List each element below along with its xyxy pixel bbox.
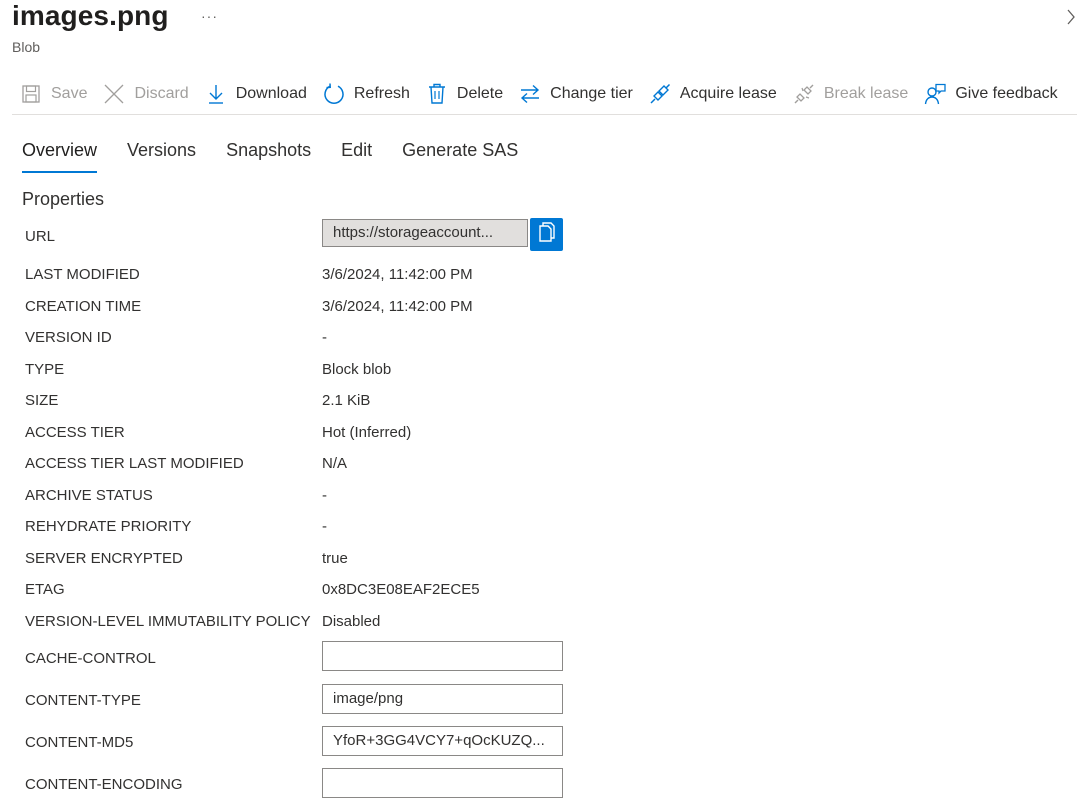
refresh-icon	[323, 83, 345, 105]
download-icon	[205, 83, 227, 105]
swap-arrows-icon	[519, 83, 541, 105]
cache-control-input[interactable]	[322, 641, 563, 671]
acquire-lease-label: Acquire lease	[679, 85, 777, 102]
save-icon	[20, 83, 42, 105]
delete-label: Delete	[456, 85, 504, 102]
command-bar: Save Discard Download Refresh Delete Cha…	[12, 76, 1077, 112]
url-field[interactable]: https://storageaccount...	[322, 219, 528, 247]
tab-bar: Overview Versions Snapshots Edit Generat…	[22, 140, 548, 173]
broken-link-icon	[793, 83, 815, 105]
server-encrypted-label: SERVER ENCRYPTED	[25, 550, 183, 567]
download-button[interactable]: Download	[197, 76, 315, 112]
tab-snapshots[interactable]: Snapshots	[226, 140, 311, 172]
content-md5-label: CONTENT-MD5	[25, 734, 134, 751]
toolbar-divider	[12, 114, 1077, 115]
access-tier-modified-value: N/A	[322, 455, 348, 472]
close-icon	[103, 83, 125, 105]
chevron-right-icon[interactable]	[1066, 8, 1076, 31]
last-modified-value: 3/6/2024, 11:42:00 PM	[322, 266, 473, 283]
url-label: URL	[25, 228, 56, 245]
content-md5-input[interactable]: YfoR+3GG4VCY7+qOcKUZQ...	[322, 726, 563, 756]
properties-heading: Properties	[22, 189, 105, 209]
trash-icon	[426, 83, 448, 105]
tab-edit[interactable]: Edit	[341, 140, 372, 172]
content-encoding-input[interactable]	[322, 768, 563, 798]
access-tier-label: ACCESS TIER	[25, 424, 125, 441]
rehydrate-priority-label: REHYDRATE PRIORITY	[25, 518, 192, 535]
version-id-value: -	[322, 329, 327, 346]
give-feedback-label: Give feedback	[955, 85, 1058, 102]
feedback-person-icon	[924, 83, 946, 105]
archive-status-value: -	[322, 487, 327, 504]
type-value: Block blob	[322, 361, 392, 378]
discard-label: Discard	[134, 85, 189, 102]
page-title: images.png	[12, 0, 169, 31]
change-tier-button[interactable]: Change tier	[511, 76, 641, 112]
acquire-lease-button[interactable]: Acquire lease	[641, 76, 785, 112]
archive-status-label: ARCHIVE STATUS	[25, 487, 153, 504]
change-tier-label: Change tier	[550, 85, 633, 102]
link-icon	[649, 83, 671, 105]
save-label: Save	[51, 85, 88, 102]
version-id-label: VERSION ID	[25, 329, 112, 346]
immutability-policy-label: VERSION-LEVEL IMMUTABILITY POLICY	[25, 613, 311, 630]
refresh-label: Refresh	[353, 85, 410, 102]
etag-label: ETAG	[25, 581, 65, 598]
copy-icon	[538, 222, 556, 247]
size-label: SIZE	[25, 392, 59, 409]
immutability-policy-value: Disabled	[322, 613, 381, 630]
more-options-button[interactable]: ···	[201, 8, 218, 24]
access-tier-modified-label: ACCESS TIER LAST MODIFIED	[25, 455, 244, 472]
copy-to-clipboard-button[interactable]	[530, 218, 563, 251]
content-encoding-label: CONTENT-ENCODING	[25, 776, 183, 793]
break-lease-label: Break lease	[823, 85, 909, 102]
content-type-input[interactable]: image/png	[322, 684, 563, 714]
save-button[interactable]: Save	[12, 76, 95, 112]
creation-time-label: CREATION TIME	[25, 298, 142, 315]
type-label: TYPE	[25, 361, 65, 378]
give-feedback-button[interactable]: Give feedback	[916, 76, 1065, 112]
size-value: 2.1 KiB	[322, 392, 371, 409]
access-tier-value: Hot (Inferred)	[322, 424, 412, 441]
download-label: Download	[235, 85, 307, 102]
content-type-label: CONTENT-TYPE	[25, 692, 141, 709]
tab-versions[interactable]: Versions	[127, 140, 196, 172]
refresh-button[interactable]: Refresh	[315, 76, 418, 112]
cache-control-label: CACHE-CONTROL	[25, 650, 156, 667]
discard-button[interactable]: Discard	[95, 76, 196, 112]
tab-overview[interactable]: Overview	[22, 140, 98, 173]
tab-generate-sas[interactable]: Generate SAS	[402, 140, 518, 172]
last-modified-label: LAST MODIFIED	[25, 266, 140, 283]
creation-time-value: 3/6/2024, 11:42:00 PM	[322, 298, 473, 315]
page-subtitle: Blob	[12, 39, 41, 55]
server-encrypted-value: true	[322, 550, 348, 567]
break-lease-button[interactable]: Break lease	[785, 76, 917, 112]
rehydrate-priority-value: -	[322, 518, 327, 535]
etag-value: 0x8DC3E08EAF2ECE5	[322, 581, 480, 598]
delete-button[interactable]: Delete	[418, 76, 511, 112]
